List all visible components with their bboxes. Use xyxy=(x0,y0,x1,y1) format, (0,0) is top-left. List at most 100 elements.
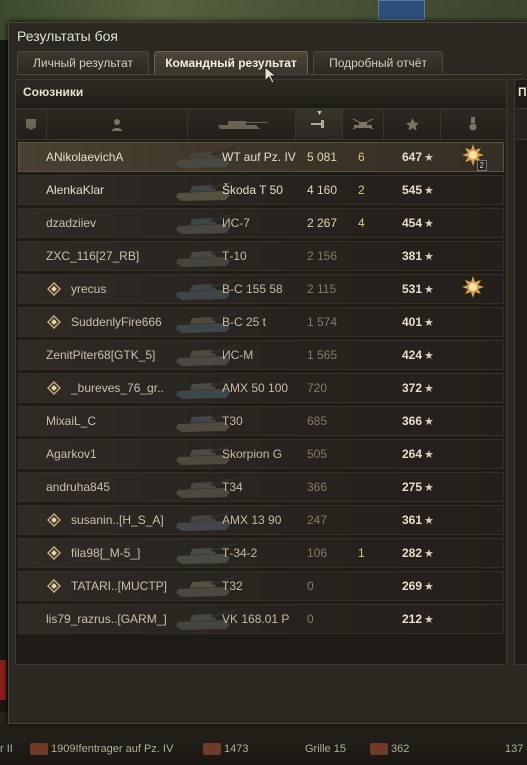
xp-number: 212 xyxy=(402,612,423,626)
kills-value: 4 xyxy=(358,216,365,230)
enemies-panel: П xyxy=(514,79,527,665)
xp-value: 647 ★ xyxy=(402,143,442,171)
carousel-item-a[interactable]: 1909Ifentrager auf Pz. IV xyxy=(30,743,173,756)
tab-personal-result[interactable]: Личный результат xyxy=(17,51,149,75)
xp-star-icon: ★ xyxy=(424,614,434,626)
sort-medal-column[interactable] xyxy=(441,109,505,139)
xp-value: 282 ★ xyxy=(402,539,442,567)
player-name[interactable]: susanin..[H_S_A] xyxy=(71,506,181,534)
platoon-icon xyxy=(47,546,61,560)
ally-row[interactable]: susanin..[H_S_A] AMX 13 90 247 361 ★ xyxy=(18,505,504,535)
carousel-item-b[interactable]: 1473 xyxy=(203,743,249,756)
player-name[interactable]: ZXC_116[27_RB] xyxy=(46,242,178,270)
carousel-fragment-right: 137 xyxy=(505,743,524,755)
allies-header: Союзники xyxy=(16,80,506,104)
xp-star-icon: ★ xyxy=(424,449,434,461)
tank-name: Т-34-2 xyxy=(222,546,258,560)
damage-value: 0 xyxy=(307,579,314,593)
player-name[interactable]: MixaiL_C xyxy=(46,407,178,435)
damage-value: 247 xyxy=(307,513,328,527)
xp-star-icon xyxy=(405,117,419,130)
ally-row[interactable]: TATARI..[MUCTP] T32 0 269 ★ xyxy=(18,571,504,601)
xp-star-icon: ★ xyxy=(424,218,434,230)
sort-kills-column[interactable] xyxy=(343,109,384,139)
allies-panel: Союзники ▼ ANikolaevichA WT auf Pz. IV 5… xyxy=(15,79,507,665)
player-name[interactable]: ZenitPiter68[GTK_5] xyxy=(46,341,178,369)
player-name[interactable]: TATARI..[MUCTP] xyxy=(71,572,181,600)
player-name[interactable]: andruha845 xyxy=(46,473,178,501)
tank-name: ИС-М xyxy=(222,348,254,362)
kills-value xyxy=(358,242,378,270)
xp-value: 401 ★ xyxy=(402,308,442,336)
medal-icon xyxy=(469,117,477,131)
damage-value: 505 xyxy=(307,447,328,461)
xp-number: 366 xyxy=(402,414,423,428)
xp-star-icon: ★ xyxy=(424,416,434,428)
tank-name: Skorpion G xyxy=(222,447,283,461)
damage-value: 720 xyxy=(307,381,328,395)
carousel-item-b-label: 1473 xyxy=(224,743,249,755)
tab-detailed-report[interactable]: Подробный отчёт xyxy=(313,51,443,75)
sort-squad-column[interactable] xyxy=(16,109,47,139)
player-name[interactable]: Agarkov1 xyxy=(46,440,178,468)
tank-name: T32 xyxy=(222,579,243,593)
player-name[interactable]: lis79_razrus..[GARM_] xyxy=(46,605,178,633)
vehicle-carousel-strip: r II 1909Ifentrager auf Pz. IV 1473 Gril… xyxy=(0,738,527,760)
xp-star-icon: ★ xyxy=(424,515,434,527)
xp-star-icon: ★ xyxy=(424,284,434,296)
ally-row[interactable]: fila98[_M-5_] Т-34-2 106 1 282 ★ xyxy=(18,538,504,568)
damage-value: 2 115 xyxy=(307,282,337,296)
player-name[interactable]: _bureves_76_gr.. xyxy=(71,374,181,402)
carousel-item-c[interactable]: Grille 15 xyxy=(305,743,346,755)
carousel-item-d-label: 362 xyxy=(391,743,410,755)
kills-value xyxy=(358,440,378,468)
ally-row[interactable]: _bureves_76_gr.. AMX 50 100 720 372 ★ xyxy=(18,373,504,403)
player-name[interactable]: dzadziiev xyxy=(46,209,178,237)
ally-row[interactable]: yrecus В-С 155 58 2 115 531 ★ xyxy=(18,274,504,304)
player-name[interactable]: AlenkaKlar xyxy=(46,176,178,204)
damage-value: 4 160 xyxy=(307,183,338,197)
xp-value: 212 ★ xyxy=(402,605,442,633)
player-name[interactable]: ANikolaevichA xyxy=(46,143,178,171)
player-name[interactable]: SuddenlyFire666 xyxy=(71,308,181,336)
carousel-fragment-left: r II xyxy=(0,743,13,755)
sort-xp-column[interactable] xyxy=(384,109,441,139)
xp-number: 361 xyxy=(402,513,423,527)
player-icon xyxy=(112,118,122,131)
damage-value: 1 574 xyxy=(307,315,338,329)
ally-row[interactable]: lis79_razrus..[GARM_] VK 168.01 P 0 212 ★ xyxy=(18,604,504,634)
platoon-icon xyxy=(47,282,61,296)
ally-row[interactable]: MixaiL_C T30 685 366 ★ xyxy=(18,406,504,436)
ally-row[interactable]: ZenitPiter68[GTK_5] ИС-М 1 565 424 ★ xyxy=(18,340,504,370)
player-name[interactable]: fila98[_M-5_] xyxy=(71,539,181,567)
sort-damage-column[interactable]: ▼ xyxy=(296,109,343,139)
ally-row[interactable]: SuddenlyFire666 В-С 25 t 1 574 401 ★ xyxy=(18,307,504,337)
window-title: Результаты боя xyxy=(17,28,119,44)
xp-star-icon: ★ xyxy=(424,251,434,263)
xp-star-icon: ★ xyxy=(424,185,434,197)
ally-row[interactable]: ZXC_116[27_RB] Т-10 2 156 381 ★ xyxy=(18,241,504,271)
medal-count: 2 xyxy=(476,160,487,171)
xp-value: 381 ★ xyxy=(402,242,442,270)
ally-row[interactable]: andruha845 T34 366 275 ★ xyxy=(18,472,504,502)
xp-value: 424 ★ xyxy=(402,341,442,369)
ally-row[interactable]: dzadziiev ИС-7 2 267 4 454 ★ xyxy=(18,208,504,238)
xp-number: 372 xyxy=(402,381,423,395)
order-medal-icon[interactable]: 2 xyxy=(461,143,489,171)
platoon-icon xyxy=(47,579,61,593)
xp-number: 545 xyxy=(402,183,423,197)
sort-player-column[interactable] xyxy=(47,109,188,139)
order-medal-icon[interactable] xyxy=(461,275,489,303)
ally-row[interactable]: AlenkaKlar Škoda T 50 4 160 2 545 ★ xyxy=(18,175,504,205)
xp-value: 366 ★ xyxy=(402,407,442,435)
tank-name: VK 168.01 P xyxy=(222,612,290,626)
kills-value xyxy=(358,473,378,501)
xp-number: 282 xyxy=(402,546,423,560)
player-name[interactable]: yrecus xyxy=(71,275,181,303)
sort-tank-column[interactable] xyxy=(188,109,296,139)
tab-team-result[interactable]: Командный результат xyxy=(154,51,308,75)
carousel-item-d[interactable]: 362 xyxy=(370,743,410,756)
ally-row[interactable]: ANikolaevichA WT auf Pz. IV 5 081 6 647 ★ 2 xyxy=(18,142,504,172)
tank-name: AMX 50 100 xyxy=(222,381,289,395)
ally-row[interactable]: Agarkov1 Skorpion G 505 264 ★ xyxy=(18,439,504,469)
